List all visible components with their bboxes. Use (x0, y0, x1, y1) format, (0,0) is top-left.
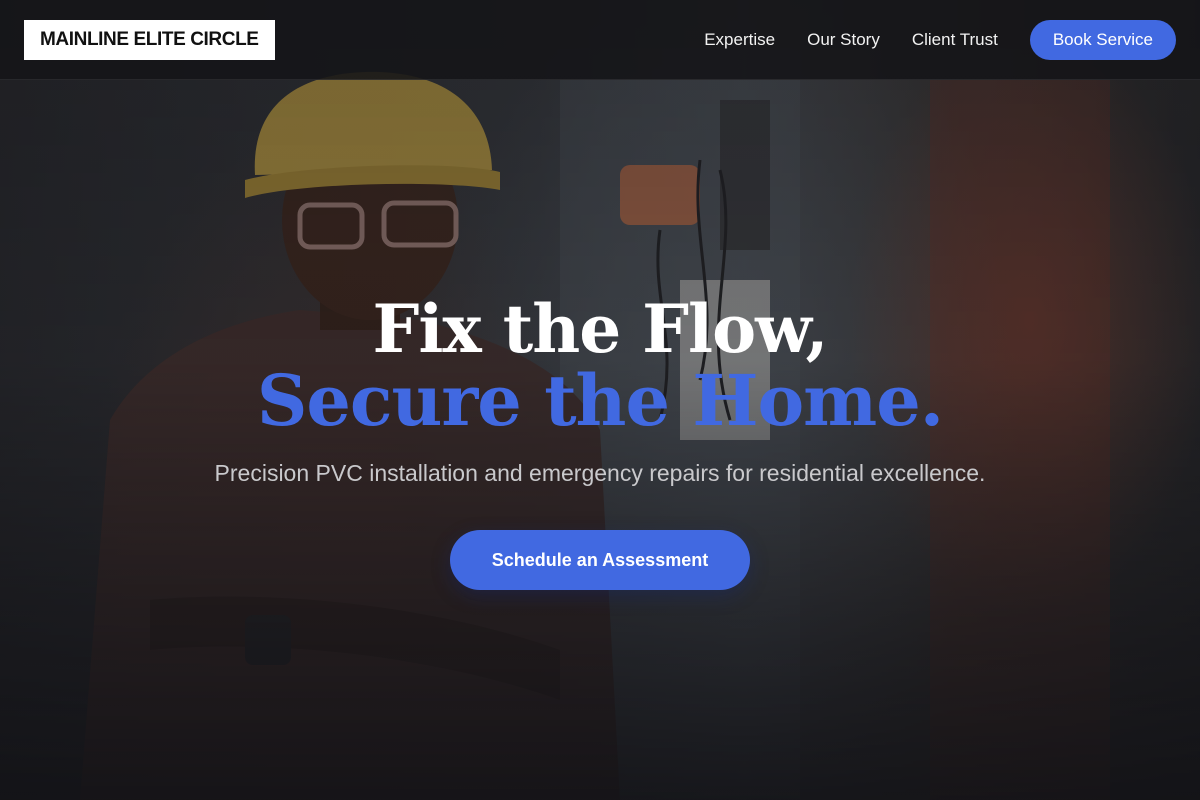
nav-link-client-trust[interactable]: Client Trust (912, 30, 998, 50)
schedule-assessment-button[interactable]: Schedule an Assessment (450, 530, 750, 590)
nav-link-expertise[interactable]: Expertise (704, 30, 775, 50)
hero-subtitle: Precision PVC installation and emergency… (214, 460, 986, 486)
brand-logo[interactable]: MAINLINE ELITE CIRCLE (24, 20, 275, 60)
hero-headline-line-1: Fix the Flow, (372, 290, 828, 368)
book-service-button[interactable]: Book Service (1029, 20, 1176, 60)
hero-section: Fix the Flow, Secure the Home. Precision… (0, 0, 1200, 800)
top-navbar: MAINLINE ELITE CIRCLE Expertise Our Stor… (0, 0, 1200, 80)
hero-content: Fix the Flow, Secure the Home. Precision… (0, 0, 1200, 800)
hero-headline-line-2: Secure the Home. (256, 359, 944, 442)
nav-link-our-story[interactable]: Our Story (807, 30, 880, 50)
primary-nav: Expertise Our Story Client Trust Book Se… (704, 20, 1176, 60)
